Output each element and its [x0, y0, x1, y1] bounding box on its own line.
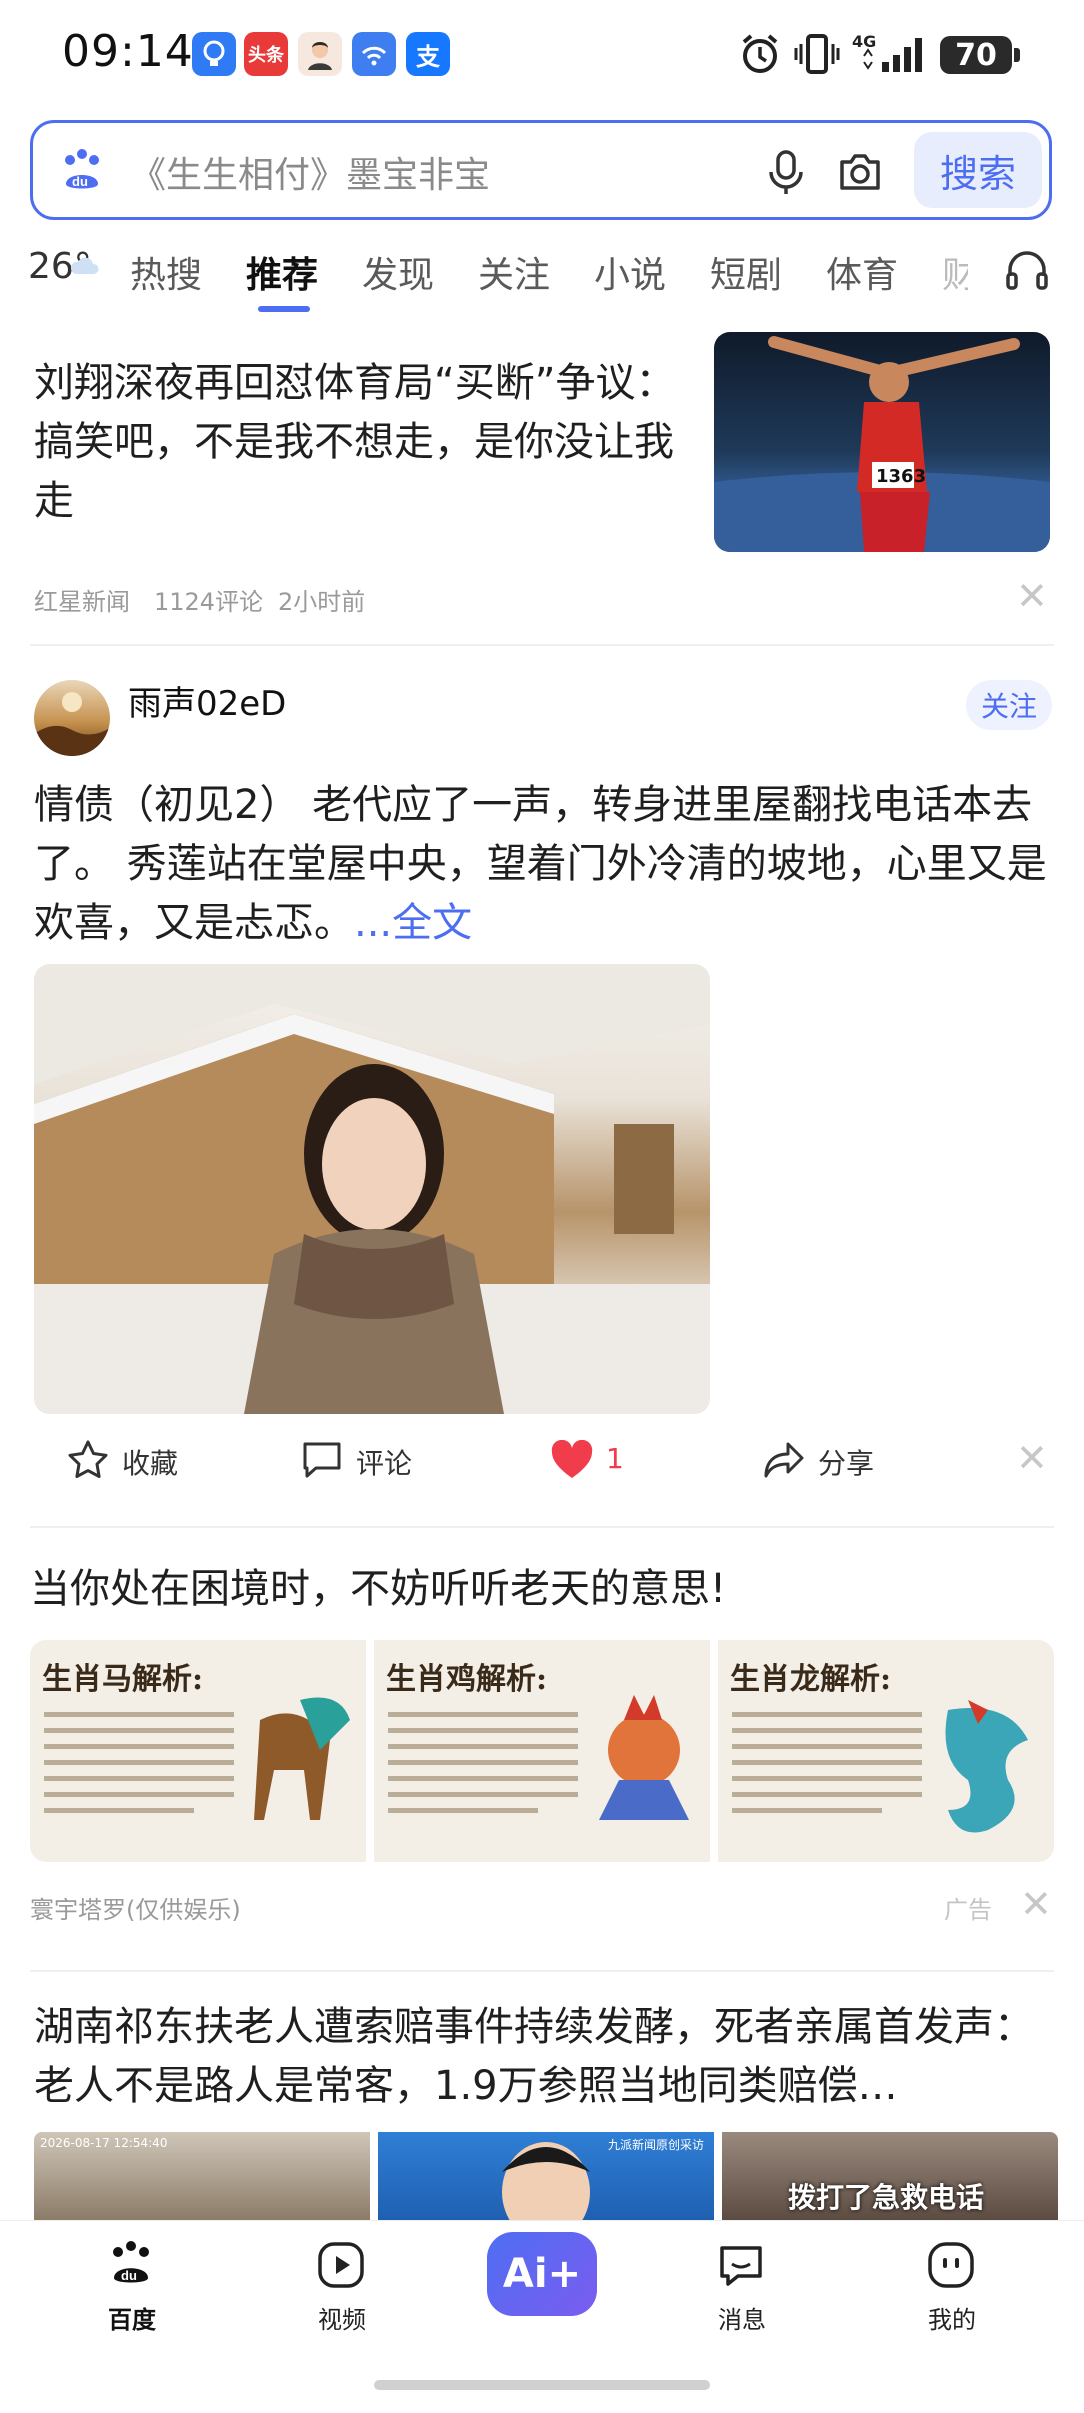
active-tab-indicator	[258, 306, 310, 312]
tab-sports[interactable]: 体育	[826, 246, 898, 298]
cctv-timestamp: 2026-08-17 12:54:40	[40, 2136, 168, 2150]
ad-headline[interactable]: 当你处在困境时，不妨听听老天的意思!	[30, 1560, 1050, 1619]
news-source: 红星新闻	[34, 588, 130, 616]
feed-divider	[30, 1526, 1054, 1528]
cloud-icon	[70, 254, 100, 282]
like-count: 1	[606, 1442, 624, 1475]
author-name[interactable]: 雨声02eD	[128, 676, 286, 725]
follow-button[interactable]: 关注	[966, 680, 1052, 730]
like-heart-icon[interactable]	[550, 1439, 594, 1484]
news-comment-count[interactable]: 1124评论	[154, 582, 263, 617]
athlete-bib-number: 1363	[876, 466, 927, 487]
tab-discover[interactable]: 发现	[362, 246, 434, 298]
search-input[interactable]: 《生生相付》墨宝非宝	[130, 146, 490, 198]
post-image-woman[interactable]	[34, 964, 710, 1414]
comment-icon[interactable]	[300, 1438, 344, 1486]
tab-finance[interactable]: 财	[942, 246, 968, 298]
vibrate-icon	[794, 32, 840, 80]
dismiss-icon[interactable]: ✕	[1016, 1436, 1048, 1480]
news-headline-liuxiang[interactable]: 刘翔深夜再回怼体育局“买断”争议：搞笑吧，不是我不想走，是你没让我走	[34, 354, 694, 531]
ad-image-horse[interactable]: 生肖马解析:	[30, 1640, 366, 1862]
tab-novel[interactable]: 小说	[594, 246, 666, 298]
favorite-label[interactable]: 收藏	[122, 1442, 178, 1482]
nav-video-label[interactable]: 视频	[282, 2300, 402, 2335]
headphones-icon[interactable]	[1004, 248, 1050, 298]
share-label[interactable]: 分享	[818, 1442, 874, 1482]
baidu-home-icon[interactable]: du	[106, 2238, 156, 2292]
ad-source[interactable]: 寰宇塔罗(仅供娱乐)	[30, 1890, 241, 1925]
post-text[interactable]: 情债（初见2） 老代应了一声，转身进里屋翻找电话本去了。 秀莲站在堂屋中央，望着…	[34, 776, 1054, 953]
post-body: 情债（初见2） 老代应了一声，转身进里屋翻找电话本去了。 秀莲站在堂屋中央，望着…	[34, 782, 1047, 946]
status-time: 09:14	[62, 26, 194, 77]
signal-icon	[860, 32, 930, 80]
avatar-icon	[298, 32, 342, 76]
news-image-cctv[interactable]: 2026-08-17 12:54:40	[34, 2132, 370, 2222]
tab-short-drama[interactable]: 短剧	[710, 246, 782, 298]
nav-home-label[interactable]: 百度	[72, 2300, 192, 2335]
tab-hot-search[interactable]: 热搜	[130, 246, 202, 298]
tab-following[interactable]: 关注	[478, 246, 550, 298]
share-icon[interactable]	[762, 1438, 806, 1486]
baidu-paw-icon: du	[58, 146, 106, 198]
svg-text:du: du	[72, 174, 88, 189]
home-indicator[interactable]	[374, 2380, 710, 2390]
ad-image-dragon[interactable]: 生肖龙解析:	[718, 1640, 1054, 1862]
alarm-icon	[738, 32, 782, 80]
read-full-link[interactable]: ...全文	[354, 900, 472, 946]
ad-image-rooster[interactable]: 生肖鸡解析:	[374, 1640, 710, 1862]
ai-assistant-button[interactable]: Ai+	[487, 2232, 597, 2316]
news-image-emergency[interactable]: 拨打了急救电话	[722, 2132, 1058, 2222]
news-headline-hunan[interactable]: 湖南祁东扶老人遭索赔事件持续发酵，死者亲属首发声：老人不是路人是常客，1.9万参…	[34, 1998, 1056, 2116]
feed-divider	[30, 644, 1054, 646]
toutiao-icon: 头条	[244, 32, 288, 76]
battery-level: 70	[940, 36, 1012, 74]
bulb-icon	[192, 32, 236, 76]
favorite-star-icon[interactable]	[66, 1438, 110, 1486]
news-image-interview[interactable]: 九派新闻原创采访	[378, 2132, 714, 2222]
news-thumbnail-athlete[interactable]: 1363	[714, 332, 1050, 552]
battery-cap	[1014, 48, 1020, 62]
dismiss-icon[interactable]: ✕	[1020, 1882, 1052, 1926]
alipay-icon: 支	[406, 32, 450, 76]
wifi-assist-icon	[352, 32, 396, 76]
microphone-icon[interactable]	[766, 148, 806, 200]
nav-messages-label[interactable]: 消息	[682, 2300, 802, 2335]
comment-label[interactable]: 评论	[356, 1442, 412, 1482]
svg-text:du: du	[121, 2268, 137, 2283]
video-icon[interactable]	[316, 2240, 366, 2294]
author-avatar[interactable]	[34, 680, 110, 756]
message-icon[interactable]	[716, 2240, 766, 2294]
camera-icon[interactable]	[836, 148, 884, 200]
news-time: 2小时前	[278, 588, 366, 616]
tab-recommend[interactable]: 推荐	[246, 246, 318, 298]
emergency-caption: 拨打了急救电话	[788, 2181, 985, 2214]
dismiss-icon[interactable]: ✕	[1016, 574, 1048, 618]
feed-divider	[30, 1970, 1054, 1972]
profile-icon[interactable]	[926, 2240, 976, 2294]
search-button[interactable]: 搜索	[914, 132, 1042, 208]
ad-label: 广告	[944, 1896, 992, 1924]
nav-me-label[interactable]: 我的	[892, 2300, 1012, 2335]
